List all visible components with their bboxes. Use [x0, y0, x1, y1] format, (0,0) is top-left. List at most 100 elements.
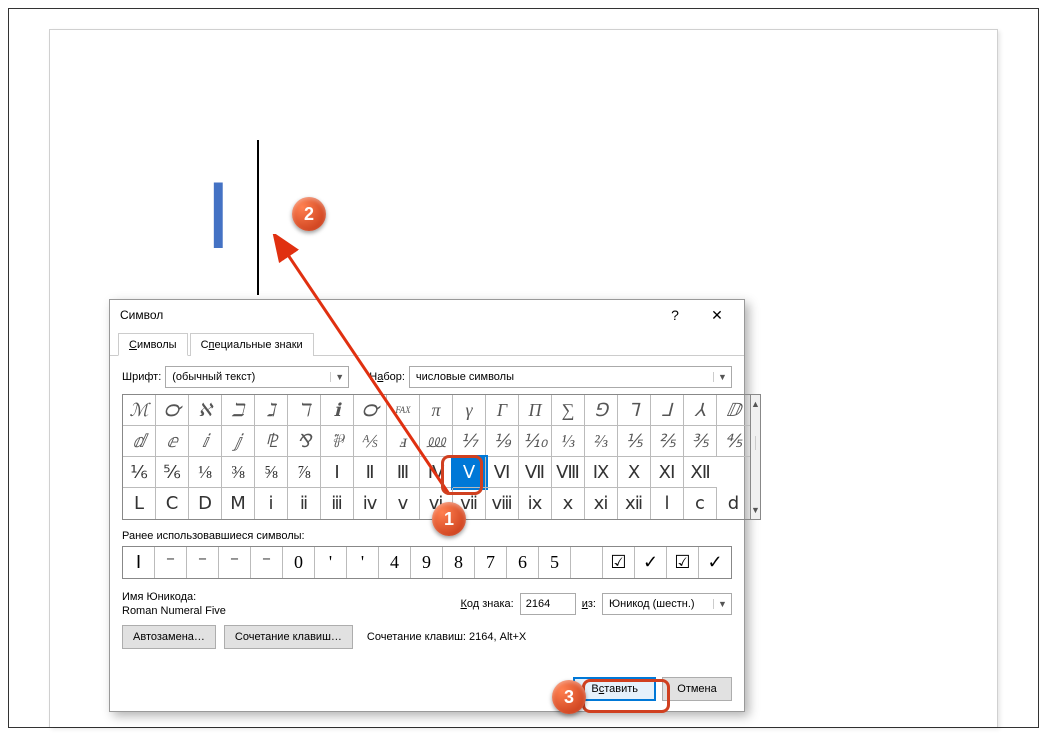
char-cell[interactable]: Ⅳ: [420, 457, 453, 488]
from-select[interactable]: Юникод (шестн.)▼: [602, 593, 732, 615]
recent-symbols-grid[interactable]: Ⅰ⁻⁻⁻⁻0''498765☑✓☑✓: [122, 546, 732, 579]
recent-char-cell[interactable]: ☑: [667, 547, 699, 578]
char-cell[interactable]: ⅔: [585, 426, 618, 457]
char-cell[interactable]: ⅍: [354, 426, 387, 457]
recent-char-cell[interactable]: 7: [475, 547, 507, 578]
char-cell[interactable]: Ⅴ: [453, 457, 486, 488]
recent-char-cell[interactable]: ': [315, 547, 347, 578]
char-cell[interactable]: Ⅸ: [585, 457, 618, 488]
char-cell[interactable]: ⅄: [684, 395, 717, 426]
char-cell[interactable]: ℺: [156, 395, 189, 426]
char-cell[interactable]: ℺: [354, 395, 387, 426]
char-cell[interactable]: Ⅲ: [387, 457, 420, 488]
char-cell[interactable]: ⅜: [222, 457, 255, 488]
cancel-button[interactable]: Отмена: [662, 677, 732, 701]
char-cell[interactable]: ℹ: [321, 395, 354, 426]
recent-char-cell[interactable]: 4: [379, 547, 411, 578]
char-cell[interactable]: ⅌: [321, 426, 354, 457]
char-cell[interactable]: ⅆ: [123, 426, 156, 457]
char-cell[interactable]: Ⅺ: [651, 457, 684, 488]
char-cell[interactable]: ⅴ: [387, 488, 420, 519]
char-cell[interactable]: Ⅾ: [189, 488, 222, 519]
char-cell[interactable]: ℸ: [288, 395, 321, 426]
char-cell[interactable]: π: [420, 395, 453, 426]
tab-special-chars[interactable]: Специальные знаки: [190, 333, 314, 356]
recent-char-cell[interactable]: ⁻: [187, 547, 219, 578]
char-cell[interactable]: Π: [519, 395, 552, 426]
recent-char-cell[interactable]: 9: [411, 547, 443, 578]
recent-char-cell[interactable]: 5: [539, 547, 571, 578]
char-cell[interactable]: Ⅹ: [618, 457, 651, 488]
char-cell[interactable]: ⅻ: [618, 488, 651, 519]
char-cell[interactable]: ⅺ: [585, 488, 618, 519]
char-cell[interactable]: Ⅵ: [486, 457, 519, 488]
recent-char-cell[interactable]: ⁻: [155, 547, 187, 578]
char-cell[interactable]: ⅾ: [717, 488, 750, 519]
font-select[interactable]: (обычный текст)▼: [165, 366, 349, 388]
char-cell[interactable]: ⅱ: [288, 488, 321, 519]
shortcut-key-button[interactable]: Сочетание клавиш…: [224, 625, 353, 649]
char-cell[interactable]: Ⅼ: [123, 488, 156, 519]
char-cell[interactable]: Ⅰ: [321, 457, 354, 488]
recent-char-cell[interactable]: ☑: [603, 547, 635, 578]
char-cell[interactable]: ⅈ: [189, 426, 222, 457]
char-cell[interactable]: ⅅ: [717, 395, 750, 426]
char-cell[interactable]: ⅏: [420, 426, 453, 457]
char-cell[interactable]: ℶ: [222, 395, 255, 426]
char-cell[interactable]: ⅵ: [420, 488, 453, 519]
char-cell[interactable]: ⅗: [684, 426, 717, 457]
char-cell[interactable]: γ: [453, 395, 486, 426]
recent-char-cell[interactable]: [571, 547, 603, 578]
char-cell[interactable]: ⅐: [453, 426, 486, 457]
recent-char-cell[interactable]: ⁻: [251, 547, 283, 578]
recent-char-cell[interactable]: ✓: [699, 547, 731, 578]
char-cell[interactable]: ⅑: [486, 426, 519, 457]
char-cell[interactable]: ⅙: [123, 457, 156, 488]
char-cell[interactable]: ⅷ: [486, 488, 519, 519]
char-cell[interactable]: ℵ: [189, 395, 222, 426]
char-cell[interactable]: ⅶ: [453, 488, 486, 519]
char-cell[interactable]: ⅘: [717, 426, 750, 457]
char-cell[interactable]: ∑: [552, 395, 585, 426]
char-cell[interactable]: ⅕: [618, 426, 651, 457]
char-cell[interactable]: Ⅱ: [354, 457, 387, 488]
autocorrect-button[interactable]: Автозамена…: [122, 625, 216, 649]
char-cell[interactable]: ⅛: [189, 457, 222, 488]
char-cell[interactable]: ⅸ: [519, 488, 552, 519]
dialog-titlebar[interactable]: Символ ? ✕: [110, 300, 744, 330]
char-cell[interactable]: ⅚: [156, 457, 189, 488]
char-cell[interactable]: ⅁: [585, 395, 618, 426]
char-cell[interactable]: ℷ: [255, 395, 288, 426]
char-cell[interactable]: ⅳ: [354, 488, 387, 519]
char-cell[interactable]: Ⅽ: [156, 488, 189, 519]
help-button[interactable]: ?: [654, 302, 696, 328]
char-cell[interactable]: ⅞: [288, 457, 321, 488]
char-cell[interactable]: ⅖: [651, 426, 684, 457]
recent-char-cell[interactable]: Ⅰ: [123, 547, 155, 578]
tab-symbols[interactable]: Символы: [118, 333, 188, 356]
char-cell[interactable]: ⅃: [651, 395, 684, 426]
char-cell[interactable]: ⅒: [519, 426, 552, 457]
character-grid[interactable]: ℳ℺ℵℶℷℸℹ℺FAXπγΓΠ∑⅁⅂⅃⅄ⅅⅆⅇⅈⅉ⅊⅋⅌⅍ⅎ⅏⅐⅑⅒⅓⅔⅕⅖⅗⅘…: [122, 394, 751, 520]
char-cell[interactable]: ⅰ: [255, 488, 288, 519]
char-cell[interactable]: ⅓: [552, 426, 585, 457]
char-cell[interactable]: ⅂: [618, 395, 651, 426]
char-cell[interactable]: Γ: [486, 395, 519, 426]
char-cell[interactable]: ⅎ: [387, 426, 420, 457]
char-cell[interactable]: ⅹ: [552, 488, 585, 519]
insert-button[interactable]: Вставить: [573, 677, 656, 701]
char-cell[interactable]: Ⅶ: [519, 457, 552, 488]
char-cell[interactable]: ⅇ: [156, 426, 189, 457]
char-cell[interactable]: ⅽ: [684, 488, 717, 519]
scroll-down-icon[interactable]: ▼: [751, 501, 760, 519]
char-code-input[interactable]: 2164: [520, 593, 576, 615]
recent-char-cell[interactable]: ': [347, 547, 379, 578]
scroll-up-icon[interactable]: ▲: [751, 395, 760, 413]
recent-char-cell[interactable]: ✓: [635, 547, 667, 578]
recent-char-cell[interactable]: 8: [443, 547, 475, 578]
char-cell[interactable]: ⅉ: [222, 426, 255, 457]
char-cell[interactable]: ℳ: [123, 395, 156, 426]
char-cell[interactable]: Ⅿ: [222, 488, 255, 519]
char-cell[interactable]: ⅊: [255, 426, 288, 457]
char-cell[interactable]: ⅲ: [321, 488, 354, 519]
